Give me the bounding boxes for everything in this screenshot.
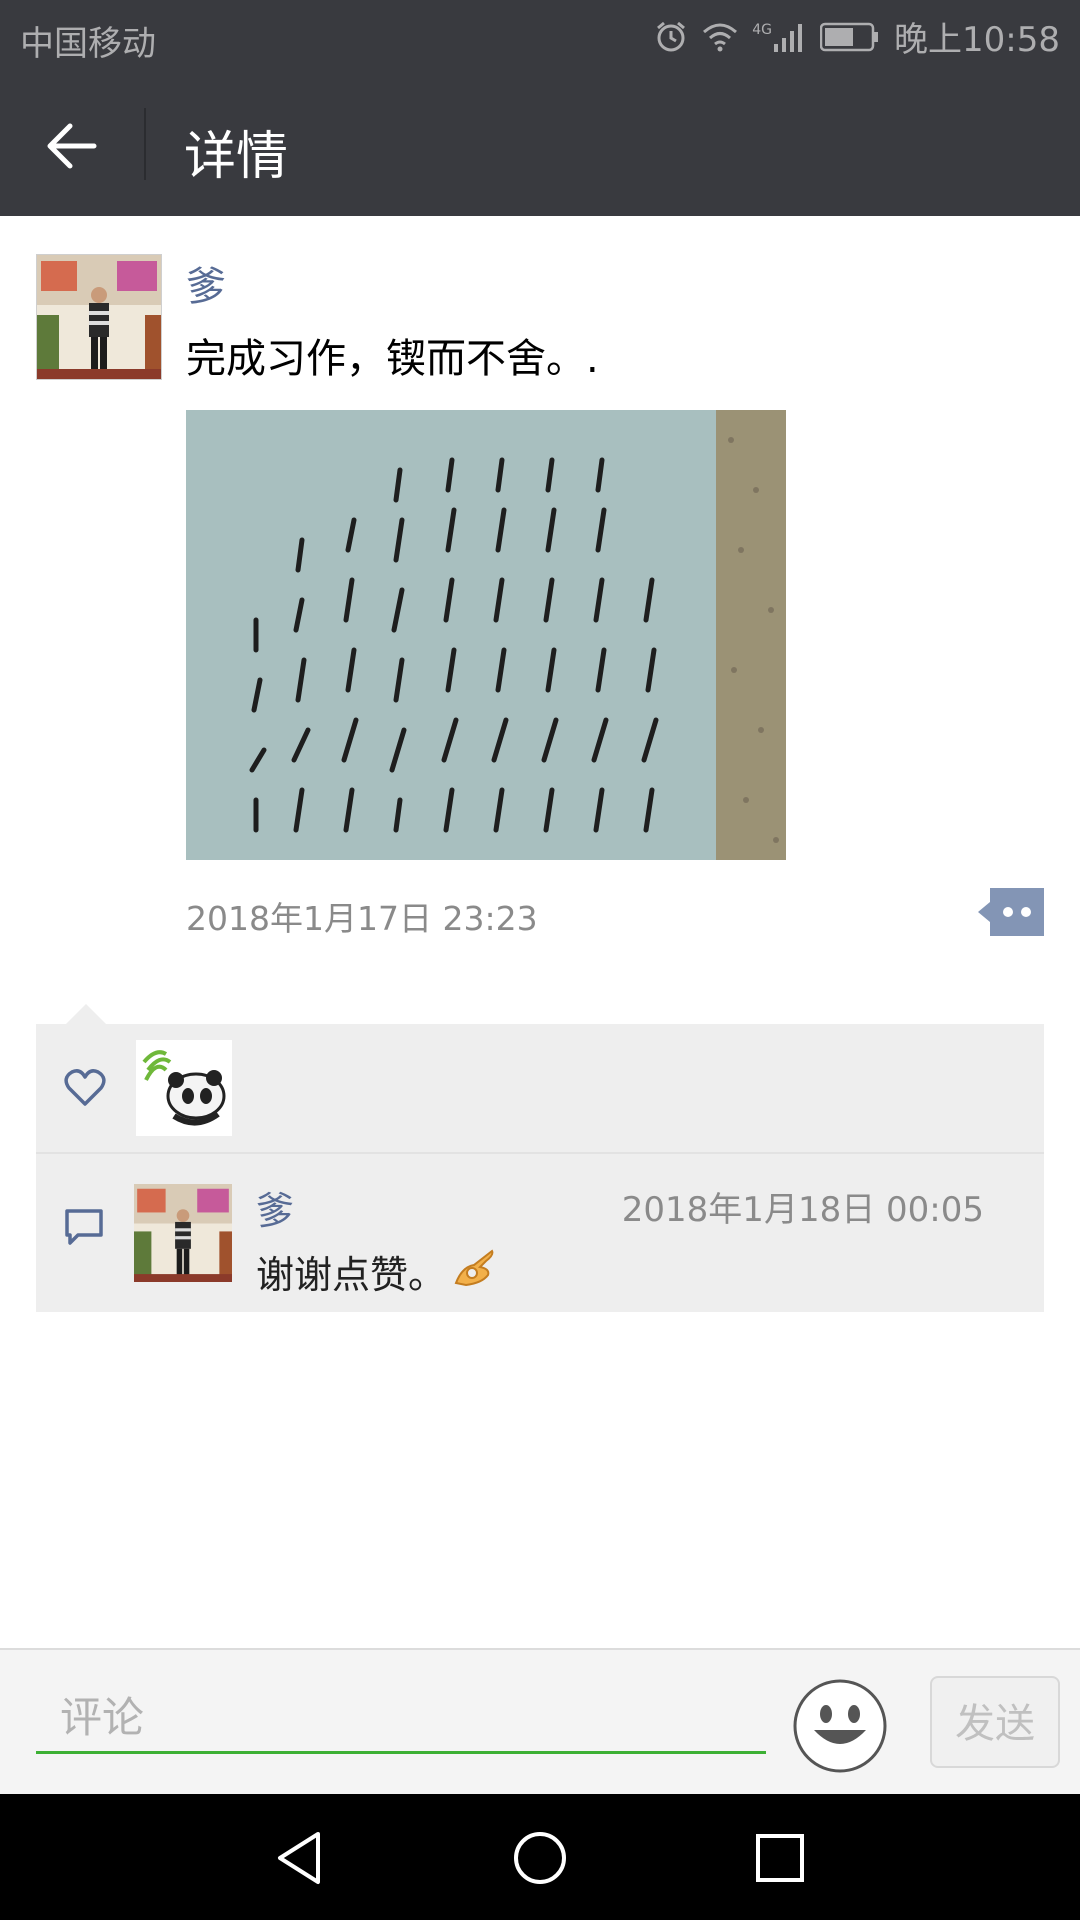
heart-icon <box>64 1068 106 1108</box>
post-author[interactable]: 爹 <box>186 254 226 312</box>
nav-bar: 详情 <box>0 72 1080 216</box>
send-button[interactable]: 发送 <box>930 1676 1060 1768</box>
alarm-icon <box>654 20 688 54</box>
wifi-icon <box>702 22 738 52</box>
ok-hand-emoji-icon <box>452 1247 496 1296</box>
comment-icon <box>64 1208 104 1246</box>
comment-body: 谢谢点赞。 <box>256 1244 496 1299</box>
network-type-label: 4G <box>752 21 773 38</box>
comment-author-avatar[interactable] <box>134 1184 232 1282</box>
status-bar: 中国移动 4G 晚上10:58 <box>0 0 1080 72</box>
page-title: 详情 <box>184 127 289 187</box>
more-icon[interactable] <box>978 888 1044 936</box>
likes-pointer <box>66 1004 106 1024</box>
comment-input[interactable] <box>36 1684 766 1754</box>
comment-author[interactable]: 爹 <box>256 1180 294 1235</box>
back-icon[interactable] <box>44 118 100 174</box>
clock-label: 晚上10:58 <box>894 20 1060 60</box>
post-image-calligraphy[interactable] <box>186 410 786 860</box>
nav-back-icon[interactable] <box>270 1828 330 1888</box>
likes-section <box>36 1024 1044 1152</box>
post-text: 完成习作，锲而不舍。. <box>186 336 599 382</box>
nav-recent-icon[interactable] <box>750 1828 810 1888</box>
nav-home-icon[interactable] <box>510 1828 570 1888</box>
battery-icon <box>820 22 880 52</box>
nav-divider <box>144 108 146 180</box>
liker-avatar[interactable] <box>136 1040 232 1136</box>
emoji-icon[interactable] <box>792 1678 888 1774</box>
comment-timestamp: 2018年1月18日 00:05 <box>621 1190 984 1230</box>
author-avatar[interactable] <box>36 254 162 380</box>
comments-section: 爹 2018年1月18日 00:05 谢谢点赞。 <box>36 1154 1044 1312</box>
signal-icon: 4G <box>752 22 806 52</box>
comment-text: 谢谢点赞。 <box>256 1253 447 1297</box>
post-timestamp: 2018年1月17日 23:23 <box>186 899 538 938</box>
carrier-label: 中国移动 <box>20 24 156 64</box>
system-nav-bar <box>0 1794 1080 1920</box>
comment-input-bar: 发送 <box>0 1648 1080 1796</box>
